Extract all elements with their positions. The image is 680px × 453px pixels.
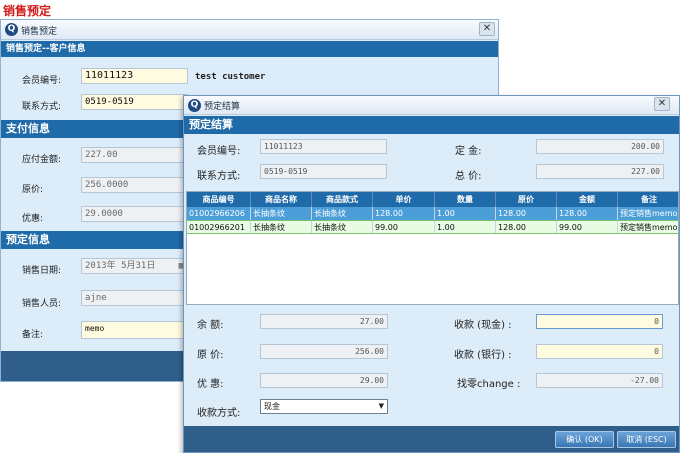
cell-original-price: 128.00 [496, 207, 557, 220]
close-icon[interactable]: ✕ [479, 22, 495, 36]
salesperson-field[interactable]: ajne [81, 290, 188, 306]
payment-method-value: 现金 [264, 402, 280, 411]
cell-item-name: 长抽条纹 [251, 207, 312, 220]
section-settlement: 预定结算 [184, 116, 679, 134]
confirm-button[interactable]: 确认 (OK) [555, 431, 614, 448]
col-header-unit-price[interactable]: 单价 [373, 192, 435, 207]
window-title: 销售预定 [21, 27, 58, 37]
bank-received-label: 收款 (银行) : [454, 350, 512, 361]
cell-item-style: 长抽条纹 [312, 207, 373, 220]
table-header: 商品编号 商品名称 商品款式 单价 数量 原价 金额 备注 [187, 192, 678, 207]
cell-item-code: 01002966201 [187, 221, 251, 233]
booking-settlement-dialog: Q 预定结算 ✕ 预定结算 会员编号: 11011123 联系方式: 0519-… [183, 95, 680, 453]
sale-date-label: 销售日期: [22, 266, 62, 276]
cash-received-label: 收款 (现金) : [454, 320, 512, 331]
member-id-label: 会员编号: [22, 76, 62, 86]
bank-received-field[interactable]: 0 [536, 344, 663, 359]
payable-label: 应付金额: [22, 155, 62, 165]
page-title: 销售预定 [3, 4, 52, 18]
app-logo-icon: Q [5, 23, 18, 36]
discount-field[interactable]: 29.0000 [81, 206, 188, 222]
col-header-item-style[interactable]: 商品款式 [312, 192, 373, 207]
original-price-field[interactable]: 256.0000 [81, 177, 188, 193]
original-price-label: 原价: [22, 185, 44, 195]
table-row[interactable]: 01002966201 长抽条纹 长抽条纹 99.00 1.00 128.00 … [187, 220, 678, 234]
dialog-title: 预定结算 [204, 102, 241, 112]
sale-date-value: 2013年 5月31日 [85, 261, 156, 271]
change-label: 找零change : [457, 379, 521, 390]
note-field[interactable]: memo [81, 321, 188, 339]
cell-unit-price: 99.00 [373, 221, 435, 233]
original-price-label: 原 价: [197, 350, 224, 361]
balance-field[interactable]: 27.00 [260, 314, 388, 329]
window-titlebar[interactable]: Q 销售预定 ✕ [1, 20, 498, 40]
deposit-field[interactable]: 200.00 [536, 139, 664, 154]
section-customer-info: 销售预定--客户信息 [1, 41, 498, 57]
note-label: 备注: [22, 330, 44, 340]
contact-field[interactable]: 0519-0519 [260, 164, 387, 179]
contact-field[interactable]: 0519-0519 [81, 94, 188, 110]
discount-label: 优惠: [22, 214, 44, 224]
salesperson-label: 销售人员: [22, 299, 62, 309]
col-header-item-code[interactable]: 商品编号 [187, 192, 251, 207]
sale-date-picker[interactable]: 2013年 5月31日 ▦ [81, 258, 188, 274]
cell-quantity: 1.00 [435, 207, 496, 220]
balance-label: 余 额: [197, 320, 224, 331]
total-field[interactable]: 227.00 [536, 164, 664, 179]
cell-original-price: 128.00 [496, 221, 557, 233]
cancel-button[interactable]: 取消 (ESC) [617, 431, 676, 448]
cell-unit-price: 128.00 [373, 207, 435, 220]
dialog-titlebar[interactable]: Q 预定结算 ✕ [184, 96, 679, 115]
total-label: 总 价: [455, 171, 482, 182]
discount-field[interactable]: 29.00 [260, 373, 388, 388]
payable-field[interactable]: 227.00 [81, 147, 188, 163]
customer-name: test customer [195, 72, 266, 82]
chevron-down-icon: ▼ [378, 402, 384, 410]
deposit-label: 定 金: [455, 146, 482, 157]
original-price-field[interactable]: 256.00 [260, 344, 388, 359]
cell-item-style: 长抽条纹 [312, 221, 373, 233]
cell-quantity: 1.00 [435, 221, 496, 233]
table-row[interactable]: 01002966206 长抽条纹 长抽条纹 128.00 1.00 128.00… [187, 207, 678, 220]
col-header-quantity[interactable]: 数量 [435, 192, 496, 207]
member-id-field[interactable]: 11011123 [81, 68, 188, 84]
col-header-amount[interactable]: 金额 [557, 192, 618, 207]
cell-item-code: 01002966206 [187, 207, 251, 220]
cell-note: 预定销售memo [620, 209, 678, 218]
payment-method-label: 收款方式: [197, 408, 241, 419]
dialog-footer: 确认 (OK) 取消 (ESC) [184, 426, 679, 452]
cell-amount: 99.00 [557, 221, 618, 233]
cell-amount: 128.00 [557, 207, 618, 220]
payment-method-select[interactable]: 现金 ▼ [260, 399, 388, 414]
cell-note: 预定销售memo [620, 223, 678, 232]
member-id-field[interactable]: 11011123 [260, 139, 387, 154]
col-header-note[interactable]: 备注 [618, 192, 678, 207]
col-header-item-name[interactable]: 商品名称 [251, 192, 312, 207]
discount-label: 优 惠: [197, 379, 224, 390]
member-id-label: 会员编号: [197, 146, 241, 157]
contact-label: 联系方式: [197, 171, 241, 182]
contact-label: 联系方式: [22, 102, 62, 112]
order-items-table: 商品编号 商品名称 商品款式 单价 数量 原价 金额 备注 0100296620… [186, 191, 679, 305]
close-icon[interactable]: ✕ [654, 97, 670, 111]
cash-received-field[interactable]: 0 [536, 314, 663, 329]
change-field[interactable]: -27.00 [536, 373, 663, 388]
cell-item-name: 长抽条纹 [251, 221, 312, 233]
app-logo-icon: Q [188, 99, 201, 112]
col-header-original-price[interactable]: 原价 [496, 192, 557, 207]
